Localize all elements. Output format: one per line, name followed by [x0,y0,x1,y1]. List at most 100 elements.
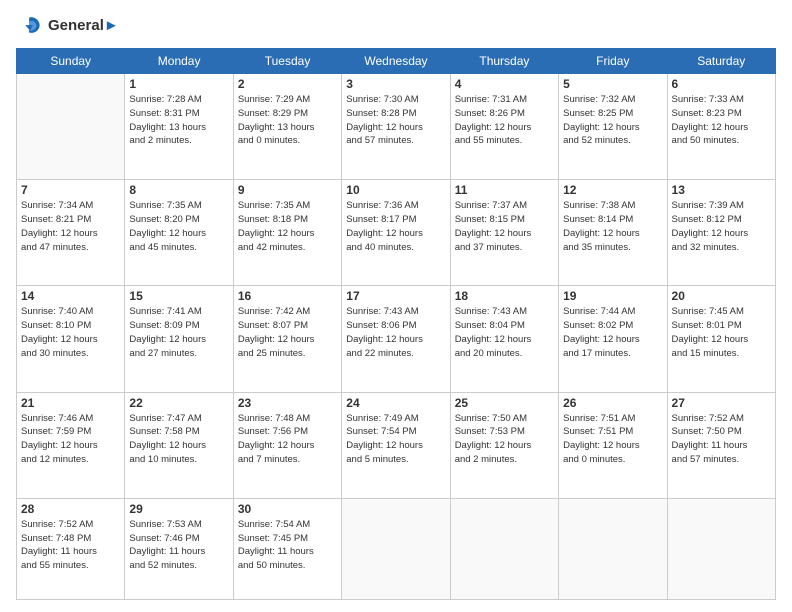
calendar-cell: 7 Sunrise: 7:34 AM Sunset: 8:21 PM Daylig… [17,180,125,286]
day-number: 23 [238,396,337,410]
day-number: 30 [238,502,337,516]
day-number: 18 [455,289,554,303]
day-info: Sunrise: 7:35 AM Sunset: 8:18 PM Dayligh… [238,199,337,254]
calendar-cell: 10 Sunrise: 7:36 AM Sunset: 8:17 PM Dayli… [342,180,450,286]
day-info: Sunrise: 7:32 AM Sunset: 8:25 PM Dayligh… [563,93,662,148]
day-info: Sunrise: 7:34 AM Sunset: 8:21 PM Dayligh… [21,199,120,254]
day-info: Sunrise: 7:30 AM Sunset: 8:28 PM Dayligh… [346,93,445,148]
day-info: Sunrise: 7:48 AM Sunset: 7:56 PM Dayligh… [238,412,337,467]
day-number: 3 [346,77,445,91]
day-number: 26 [563,396,662,410]
day-info: Sunrise: 7:42 AM Sunset: 8:07 PM Dayligh… [238,305,337,360]
calendar-cell: 27Sunrise: 7:52 AM Sunset: 7:50 PM Dayli… [667,392,775,498]
day-number: 2 [238,77,337,91]
day-number: 20 [672,289,771,303]
calendar-cell [342,498,450,599]
calendar-cell: 5 Sunrise: 7:32 AM Sunset: 8:25 PM Daylig… [559,74,667,180]
day-info: Sunrise: 7:54 AM Sunset: 7:45 PM Dayligh… [238,518,337,573]
day-number: 5 [563,77,662,91]
day-number: 17 [346,289,445,303]
day-info: Sunrise: 7:53 AM Sunset: 7:46 PM Dayligh… [129,518,228,573]
day-number: 16 [238,289,337,303]
day-info: Sunrise: 7:52 AM Sunset: 7:48 PM Dayligh… [21,518,120,573]
week-row-5: 28Sunrise: 7:52 AM Sunset: 7:48 PM Dayli… [17,498,776,599]
day-info: Sunrise: 7:39 AM Sunset: 8:12 PM Dayligh… [672,199,771,254]
calendar-cell: 20Sunrise: 7:45 AM Sunset: 8:01 PM Dayli… [667,286,775,392]
calendar-cell [17,74,125,180]
weekday-header-friday: Friday [559,49,667,74]
weekday-header-tuesday: Tuesday [233,49,341,74]
page: General► SundayMondayTuesdayWednesdayThu… [0,0,792,612]
calendar-cell: 18 Sunrise: 7:43 AM Sunset: 8:04 PM Dayli… [450,286,558,392]
week-row-1: 1 Sunrise: 7:28 AM Sunset: 8:31 PM Daylig… [17,74,776,180]
calendar-cell: 1 Sunrise: 7:28 AM Sunset: 8:31 PM Daylig… [125,74,233,180]
day-info: Sunrise: 7:38 AM Sunset: 8:14 PM Dayligh… [563,199,662,254]
weekday-header-row: SundayMondayTuesdayWednesdayThursdayFrid… [17,49,776,74]
day-number: 19 [563,289,662,303]
day-number: 10 [346,183,445,197]
day-number: 15 [129,289,228,303]
day-info: Sunrise: 7:35 AM Sunset: 8:20 PM Dayligh… [129,199,228,254]
logo-icon [16,12,44,40]
day-info: Sunrise: 7:43 AM Sunset: 8:04 PM Dayligh… [455,305,554,360]
week-row-3: 14 Sunrise: 7:40 AM Sunset: 8:10 PM Dayli… [17,286,776,392]
calendar-cell: 21Sunrise: 7:46 AM Sunset: 7:59 PM Dayli… [17,392,125,498]
calendar-cell: 12 Sunrise: 7:38 AM Sunset: 8:14 PM Dayli… [559,180,667,286]
calendar-cell: 23 Sunrise: 7:48 AM Sunset: 7:56 PM Dayli… [233,392,341,498]
week-row-2: 7 Sunrise: 7:34 AM Sunset: 8:21 PM Daylig… [17,180,776,286]
day-info: Sunrise: 7:31 AM Sunset: 8:26 PM Dayligh… [455,93,554,148]
calendar-cell: 16 Sunrise: 7:42 AM Sunset: 8:07 PM Dayli… [233,286,341,392]
calendar-cell: 8 Sunrise: 7:35 AM Sunset: 8:20 PM Daylig… [125,180,233,286]
calendar-table: SundayMondayTuesdayWednesdayThursdayFrid… [16,48,776,600]
calendar-cell [559,498,667,599]
calendar-cell: 6Sunrise: 7:33 AM Sunset: 8:23 PM Daylig… [667,74,775,180]
day-info: Sunrise: 7:44 AM Sunset: 8:02 PM Dayligh… [563,305,662,360]
weekday-header-sunday: Sunday [17,49,125,74]
calendar-cell: 28Sunrise: 7:52 AM Sunset: 7:48 PM Dayli… [17,498,125,599]
day-number: 7 [21,183,120,197]
day-number: 22 [129,396,228,410]
day-info: Sunrise: 7:28 AM Sunset: 8:31 PM Dayligh… [129,93,228,148]
calendar-cell: 13 Sunrise: 7:39 AM Sunset: 8:12 PM Dayli… [667,180,775,286]
calendar-cell: 19 Sunrise: 7:44 AM Sunset: 8:02 PM Dayli… [559,286,667,392]
day-number: 1 [129,77,228,91]
calendar-cell: 3 Sunrise: 7:30 AM Sunset: 8:28 PM Daylig… [342,74,450,180]
header: General► [16,12,776,40]
day-info: Sunrise: 7:37 AM Sunset: 8:15 PM Dayligh… [455,199,554,254]
day-number: 11 [455,183,554,197]
day-number: 13 [672,183,771,197]
weekday-header-wednesday: Wednesday [342,49,450,74]
day-info: Sunrise: 7:40 AM Sunset: 8:10 PM Dayligh… [21,305,120,360]
day-number: 27 [672,396,771,410]
calendar-cell: 22 Sunrise: 7:47 AM Sunset: 7:58 PM Dayli… [125,392,233,498]
calendar-cell: 11 Sunrise: 7:37 AM Sunset: 8:15 PM Dayli… [450,180,558,286]
day-info: Sunrise: 7:47 AM Sunset: 7:58 PM Dayligh… [129,412,228,467]
calendar-cell: 15 Sunrise: 7:41 AM Sunset: 8:09 PM Dayli… [125,286,233,392]
calendar-cell: 17Sunrise: 7:43 AM Sunset: 8:06 PM Dayli… [342,286,450,392]
day-number: 6 [672,77,771,91]
calendar-cell: 26 Sunrise: 7:51 AM Sunset: 7:51 PM Dayli… [559,392,667,498]
day-info: Sunrise: 7:36 AM Sunset: 8:17 PM Dayligh… [346,199,445,254]
day-number: 12 [563,183,662,197]
day-number: 8 [129,183,228,197]
day-number: 9 [238,183,337,197]
day-number: 14 [21,289,120,303]
day-info: Sunrise: 7:29 AM Sunset: 8:29 PM Dayligh… [238,93,337,148]
weekday-header-thursday: Thursday [450,49,558,74]
day-info: Sunrise: 7:41 AM Sunset: 8:09 PM Dayligh… [129,305,228,360]
calendar-cell: 9 Sunrise: 7:35 AM Sunset: 8:18 PM Daylig… [233,180,341,286]
week-row-4: 21Sunrise: 7:46 AM Sunset: 7:59 PM Dayli… [17,392,776,498]
day-number: 21 [21,396,120,410]
calendar-cell: 24Sunrise: 7:49 AM Sunset: 7:54 PM Dayli… [342,392,450,498]
calendar-cell: 29 Sunrise: 7:53 AM Sunset: 7:46 PM Dayli… [125,498,233,599]
day-number: 25 [455,396,554,410]
logo: General► [16,12,119,40]
calendar-cell: 2 Sunrise: 7:29 AM Sunset: 8:29 PM Daylig… [233,74,341,180]
day-number: 4 [455,77,554,91]
calendar-cell: 4 Sunrise: 7:31 AM Sunset: 8:26 PM Daylig… [450,74,558,180]
calendar-cell: 30 Sunrise: 7:54 AM Sunset: 7:45 PM Dayli… [233,498,341,599]
weekday-header-monday: Monday [125,49,233,74]
day-number: 29 [129,502,228,516]
day-info: Sunrise: 7:51 AM Sunset: 7:51 PM Dayligh… [563,412,662,467]
calendar-cell [450,498,558,599]
